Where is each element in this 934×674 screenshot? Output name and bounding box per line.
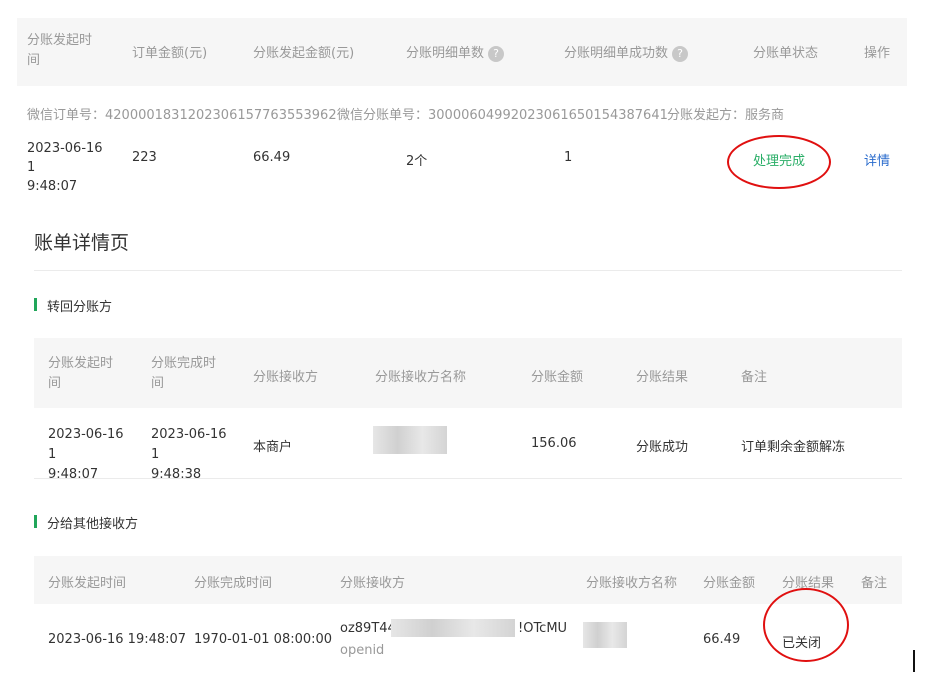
others-row-amount: 66.49 bbox=[703, 632, 741, 647]
header-initiate-time: 分账发起时 间 bbox=[27, 33, 93, 68]
redacted-receiver-name bbox=[583, 622, 627, 648]
help-icon[interactable]: ? bbox=[488, 45, 505, 62]
others-header-initiate-time: 分账发起时间 bbox=[48, 576, 127, 591]
others-row-receiver-suffix: !OTcMU bbox=[518, 621, 568, 636]
return-row-result: 分账成功 bbox=[636, 440, 689, 455]
others-header-amount: 分账金额 bbox=[703, 576, 756, 591]
redacted-receiver-id bbox=[391, 619, 515, 637]
return-row-remark: 订单剩余金额解冻 bbox=[741, 440, 846, 455]
return-header-receiver: 分账接收方 bbox=[253, 370, 319, 385]
row-initiate-amount: 66.49 bbox=[253, 150, 291, 165]
return-header-receiver-name: 分账接收方名称 bbox=[375, 370, 467, 385]
header-detail-success-label: 分账明细单成功数 bbox=[564, 46, 669, 61]
help-icon[interactable]: ? bbox=[672, 45, 689, 62]
others-header-remark: 备注 bbox=[861, 576, 888, 591]
text-cursor bbox=[913, 650, 915, 672]
others-row-receiver-type: openid bbox=[340, 643, 385, 658]
others-row-receiver-prefix: oz89T44 bbox=[340, 621, 396, 636]
wechat-order-number: 微信订单号：4200001831202306157763553962 bbox=[27, 108, 337, 123]
header-status: 分账单状态 bbox=[753, 46, 819, 61]
annotation-circle bbox=[727, 135, 831, 189]
others-row-complete-time: 1970-01-01 08:00:00 bbox=[194, 632, 333, 647]
row-initiate-time: 2023-06-16 1 9:48:07 bbox=[27, 141, 103, 194]
detail-link[interactable]: 详情 bbox=[864, 150, 890, 169]
redacted-receiver-name bbox=[373, 426, 447, 454]
header-order-amount: 订单金额(元) bbox=[132, 46, 208, 61]
header-detail-success-count: 分账明细单成功数? bbox=[564, 42, 689, 62]
section-title-others: 分给其他接收方 bbox=[47, 517, 139, 532]
page-title: 账单详情页 bbox=[34, 232, 130, 254]
initiator-label: 分账发起方：服务商 bbox=[667, 108, 785, 123]
return-header-amount: 分账金额 bbox=[531, 370, 584, 385]
return-header-initiate-time: 分账发起时 间 bbox=[48, 356, 114, 391]
row-detail-count: 2个 bbox=[406, 154, 428, 169]
return-row-complete-time: 2023-06-16 1 9:48:38 bbox=[151, 427, 227, 482]
header-detail-count: 分账明细单数? bbox=[406, 42, 505, 62]
return-row-divider bbox=[34, 478, 902, 479]
others-header-complete-time: 分账完成时间 bbox=[194, 576, 273, 591]
title-divider bbox=[34, 270, 902, 271]
others-header-receiver: 分账接收方 bbox=[340, 576, 406, 591]
return-header-result: 分账结果 bbox=[636, 370, 689, 385]
section-title-return: 转回分账方 bbox=[47, 300, 113, 315]
wechat-split-number: 微信分账单号：3000060499202306165015438764­1 bbox=[337, 108, 668, 123]
others-header-receiver-name: 分账接收方名称 bbox=[586, 576, 678, 591]
header-initiate-amount: 分账发起金额(元) bbox=[253, 46, 355, 61]
others-table-header bbox=[34, 556, 902, 604]
header-action: 操作 bbox=[864, 46, 891, 61]
annotation-circle bbox=[763, 588, 849, 662]
row-order-amount: 223 bbox=[132, 150, 157, 165]
return-header-complete-time: 分账完成时 间 bbox=[151, 356, 217, 391]
return-row-receiver: 本商户 bbox=[253, 440, 293, 455]
return-row-initiate-time: 2023-06-16 1 9:48:07 bbox=[48, 427, 124, 482]
row-success-count: 1 bbox=[564, 150, 573, 165]
return-header-remark: 备注 bbox=[741, 370, 768, 385]
header-detail-count-label: 分账明细单数 bbox=[406, 46, 485, 61]
others-row-initiate-time: 2023-06-16 19:48:07 bbox=[48, 632, 187, 647]
return-row-amount: 156.06 bbox=[531, 436, 577, 451]
